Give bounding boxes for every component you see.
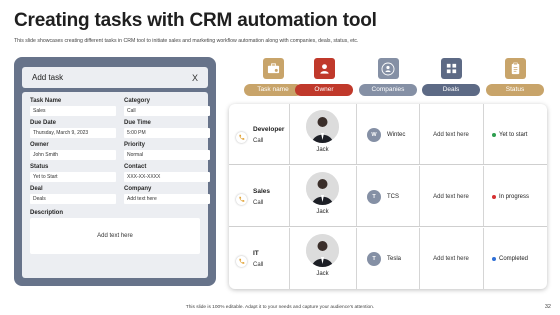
due-time-field[interactable]: Due Time 5:00 PM [124,120,210,138]
field-label: Due Date [30,120,57,126]
column-task-name: Task name [244,58,302,96]
person-icon [313,58,335,79]
slide-subtitle: This slide showcases creating different … [14,38,359,44]
field-label: Status [30,164,49,170]
deals-pill: Deals [422,84,480,96]
avatar [306,172,339,205]
column-status: Status [486,58,544,96]
owner-name: Jack [316,209,329,215]
status-text: In progress [499,194,530,200]
owner-name: Jack [316,271,329,277]
contact-field[interactable]: Contact XXX-XX-XXXX [124,164,210,182]
companies-pill: Companies [359,84,417,96]
field-label: Task Name [30,98,62,104]
footer-note: This slide is 100% editable. Adapt it to… [185,305,375,310]
people-icon [377,58,399,79]
contact-input[interactable]: XXX-XX-XXXX [124,172,210,182]
description-input[interactable]: Add text here [30,218,200,254]
priority-input[interactable]: Normal [124,150,210,160]
row-title: IT [253,250,259,257]
field-label: Priority [124,142,146,148]
row-title: Sales [253,188,270,195]
status-input[interactable]: Yet to Start [30,172,116,182]
page-number: 32 [544,304,551,310]
status-dot [492,133,496,137]
avatar [306,110,339,143]
task-name-field[interactable]: Task Name Sales [30,98,116,116]
task-name-pill: Task name [244,84,302,96]
phone-icon [236,256,247,267]
table-row[interactable]: Sales Call Jack T TCS Add text here In p… [229,166,547,227]
grid-icon [440,58,462,79]
company-name: Tesla [387,256,402,262]
table-row[interactable]: Developer Call Jack W Wintec Add text he… [229,104,547,165]
close-icon[interactable]: X [192,73,198,83]
column-deals: Deals [422,58,480,96]
add-task-title: Add task [32,73,64,82]
task-name-input[interactable]: Sales [30,106,116,116]
status-text: Completed [499,256,529,262]
clipboard-icon [504,58,526,79]
owner-field[interactable]: Owner John Smith [30,142,116,160]
field-label: Deal [30,186,43,192]
owner-input[interactable]: John Smith [30,150,116,160]
status-dot [492,195,496,199]
field-label: Due Time [124,120,151,126]
phone-icon [236,132,247,143]
task-table: Developer Call Jack W Wintec Add text he… [229,104,547,289]
category-input[interactable]: Call [124,106,210,116]
due-time-input[interactable]: 5:00 PM [124,128,210,138]
deal-field[interactable]: Deal Deals [30,186,116,204]
phone-icon [236,194,247,205]
company-badge: T [367,252,381,266]
deal-text: Add text here [433,132,469,138]
row-type: Call [253,262,264,268]
add-task-card: Add task X Task Name Sales Category Call D… [14,57,216,286]
due-date-field[interactable]: Due Date Thursday, March 9, 2023 [30,120,116,138]
status-cell: Yet to start [492,132,527,138]
status-field[interactable]: Status Yet to Start [30,164,116,182]
table-row[interactable]: IT Call Jack T Tesla Add text here Compl… [229,228,547,289]
avatar [306,234,339,267]
status-cell: In progress [492,194,529,200]
add-task-header: Add task X [22,67,208,88]
status-text: Yet to start [499,132,528,138]
slide-title: Creating tasks with CRM automation tool [14,10,377,31]
briefcase-icon [262,58,284,79]
owner-name: Jack [316,147,329,153]
column-companies: Companies [359,58,417,96]
status-cell: Completed [492,256,528,262]
add-task-form: Task Name Sales Category Call Due Date Thur… [22,92,210,278]
due-date-input[interactable]: Thursday, March 9, 2023 [30,128,116,138]
description-label: Description [30,210,64,216]
deal-text: Add text here [433,194,469,200]
field-label: Category [124,98,151,104]
company-field[interactable]: Company Add text here [124,186,210,204]
row-title: Developer [253,126,285,133]
row-type: Call [253,138,264,144]
field-label: Contact [124,164,147,170]
priority-field[interactable]: Priority Normal [124,142,210,160]
company-name: TCS [387,194,399,200]
field-label: Owner [30,142,49,148]
owner-pill: Owner [295,84,353,96]
field-label: Company [124,186,152,192]
company-badge: W [367,128,381,142]
deal-text: Add text here [433,256,469,262]
status-dot [492,257,496,261]
company-name: Wintec [387,132,406,138]
status-pill: Status [486,84,544,96]
row-type: Call [253,200,264,206]
column-owner: Owner [295,58,353,96]
deal-input[interactable]: Deals [30,194,116,204]
category-field[interactable]: Category Call [124,98,210,116]
company-input[interactable]: Add text here [124,194,210,204]
company-badge: T [367,190,381,204]
